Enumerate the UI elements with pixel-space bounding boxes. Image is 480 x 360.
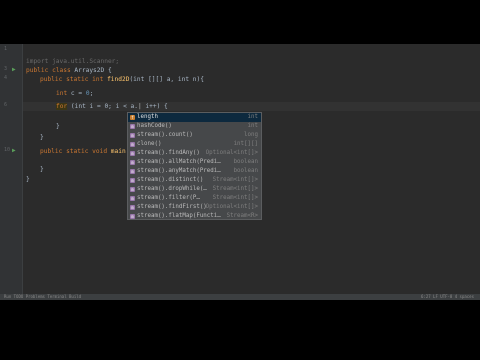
status-bar: Run TODO Problems Terminal Build 6:27 LF… xyxy=(0,294,480,300)
ide-window: 1 3 ▶ 4 6 10 ▶ import java.util.Scanner;… xyxy=(0,44,480,300)
line-number: 4 xyxy=(4,75,8,81)
run-icon[interactable]: ▶ xyxy=(12,147,16,154)
completion-item[interactable]: m stream().dropWhile(… Stream<int[]> xyxy=(128,185,261,194)
completion-item[interactable]: m stream().count() long xyxy=(128,131,261,140)
method-icon: m xyxy=(130,133,135,138)
run-icon[interactable]: ▶ xyxy=(12,66,16,73)
code-line[interactable]: int c = 0; xyxy=(56,89,93,98)
line-number: 1 xyxy=(4,46,8,52)
code-line[interactable]: import java.util.Scanner; xyxy=(26,57,119,66)
completion-item[interactable]: m stream().anyMatch(Predi… boolean xyxy=(128,167,261,176)
code-line[interactable]: } xyxy=(40,165,44,174)
method-icon: m xyxy=(130,169,135,174)
method-icon: m xyxy=(130,124,135,129)
line-number: 6 xyxy=(4,102,8,108)
code-completion-popup: f length int m hashCode() int m stream().coun… xyxy=(127,112,262,220)
method-icon: m xyxy=(130,178,135,183)
method-icon: m xyxy=(130,196,135,201)
completion-item[interactable]: m stream().findFirst() Optional<int[]> xyxy=(128,203,261,212)
code-line[interactable]: public class Arrays2D { xyxy=(26,66,112,75)
code-line[interactable]: public static int find2D(int [][] a, int… xyxy=(40,75,204,84)
line-number: 10 xyxy=(4,147,11,153)
line-number: 3 xyxy=(4,66,8,72)
completion-item[interactable]: m stream().filter(P… Stream<int[]> xyxy=(128,194,261,203)
status-info: 6:27 LF UTF-8 4 spaces xyxy=(421,294,474,299)
code-line[interactable]: } xyxy=(56,122,60,131)
completion-item[interactable]: m stream().allMatch(Predi… boolean xyxy=(128,158,261,167)
completion-item[interactable]: m hashCode() int xyxy=(128,122,261,131)
method-icon: m xyxy=(130,214,135,219)
code-line[interactable]: for (int i = 0; i < a.| i++) { xyxy=(56,102,168,111)
field-icon: f xyxy=(130,115,135,120)
code-line[interactable]: } xyxy=(26,175,30,184)
completion-item[interactable]: m stream().flatMap(Functi… Stream<R> xyxy=(128,212,261,219)
line-gutter: 1 3 ▶ 4 6 10 ▶ xyxy=(0,44,23,294)
completion-item[interactable]: m clone() int[][] xyxy=(128,140,261,149)
method-icon: m xyxy=(130,205,135,210)
code-line[interactable]: } xyxy=(40,133,44,142)
completion-item[interactable]: m stream().findAny() Optional<int[]> xyxy=(128,149,261,158)
status-tool-windows[interactable]: Run TODO Problems Terminal Build xyxy=(4,294,81,300)
completion-item[interactable]: f length int xyxy=(128,113,261,122)
method-icon: m xyxy=(130,160,135,165)
method-icon: m xyxy=(130,142,135,147)
method-icon: m xyxy=(130,187,135,192)
completion-item[interactable]: m stream().distinct() Stream<int[]> xyxy=(128,176,261,185)
code-line[interactable]: public static void main( xyxy=(40,147,129,156)
method-icon: m xyxy=(130,151,135,156)
